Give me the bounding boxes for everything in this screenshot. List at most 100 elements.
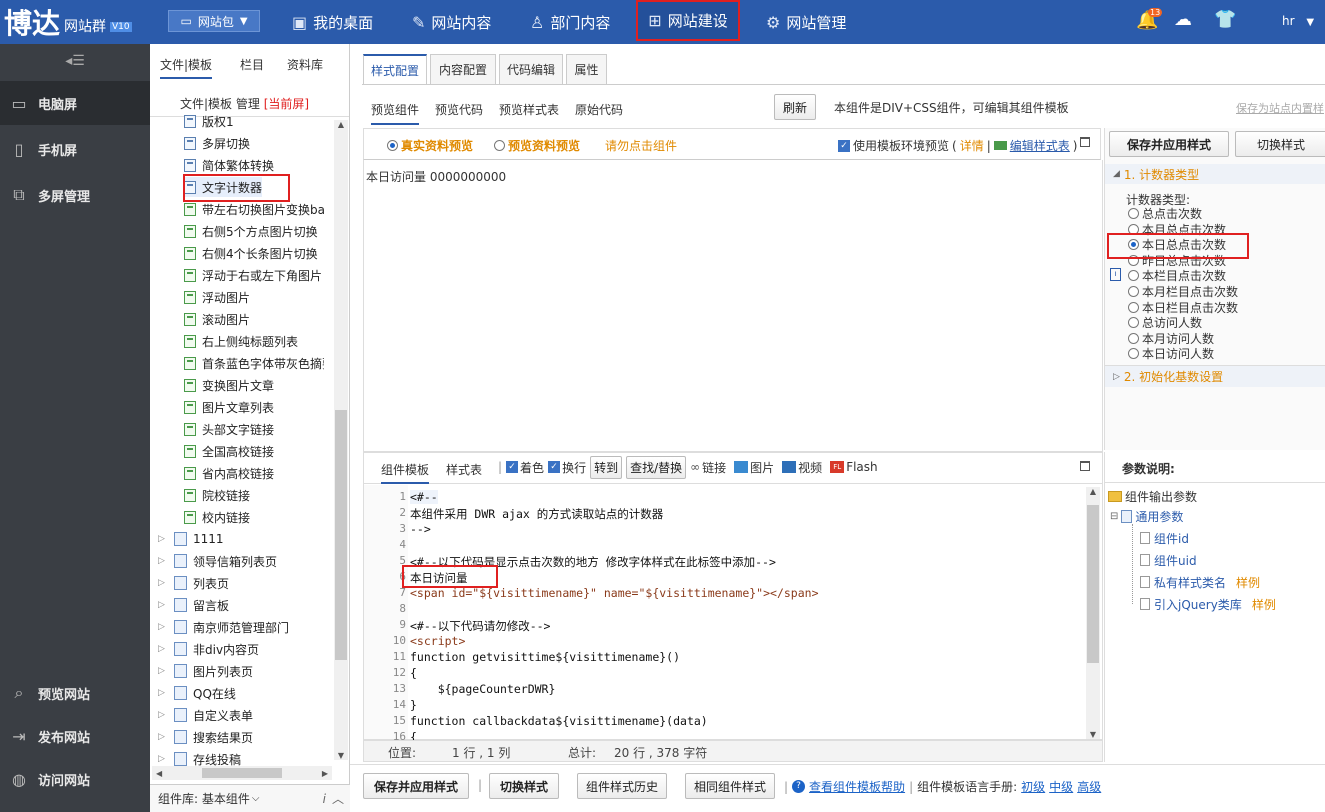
tab-style-config[interactable]: 样式配置 xyxy=(363,54,427,84)
counter-option[interactable]: 总点击次数 xyxy=(1128,205,1202,222)
expand-triangle-icon[interactable]: ▷ xyxy=(158,600,168,610)
code-editor[interactable] xyxy=(363,484,1103,740)
tree-item[interactable]: 简体繁体转换 xyxy=(184,155,274,175)
tree-item[interactable]: 多屏切换 xyxy=(184,133,250,153)
nav-site-build[interactable]: ⊞ 网站建设 xyxy=(636,0,740,41)
counter-option[interactable]: 本栏目点击次数 xyxy=(1128,267,1226,284)
counter-option[interactable]: 总访问人数 xyxy=(1128,314,1202,331)
image-button[interactable]: 图片 xyxy=(734,459,774,476)
nav-site-content[interactable]: ✎ 网站内容 xyxy=(412,0,491,44)
sample-data-preview-radio[interactable]: 预览资料预览 xyxy=(494,137,580,154)
scroll-up-icon[interactable]: ▲ xyxy=(1086,487,1100,496)
expand-triangle-icon[interactable]: ▷ xyxy=(158,754,168,764)
tab-stylesheet[interactable]: 样式表 xyxy=(446,461,482,478)
goto-button[interactable]: 转到 xyxy=(590,455,623,479)
tree-item[interactable]: 图片文章列表 xyxy=(184,397,274,417)
collapse-up-icon[interactable]: ︿ xyxy=(332,790,344,807)
folder-item[interactable]: ▷ 自定义表单 xyxy=(158,705,253,725)
tree-item[interactable]: 校内链接 xyxy=(184,507,250,527)
library-footer[interactable]: 组件库: 基本组件 ⌵ i ︿ xyxy=(150,784,350,812)
tree-item[interactable]: 变换图片文章 xyxy=(184,375,274,395)
wrap-checkbox[interactable]: ✓ 换行 xyxy=(548,459,586,476)
expand-triangle-icon[interactable]: ▷ xyxy=(158,688,168,698)
folder-item[interactable]: ▷ 领导信箱列表页 xyxy=(158,551,277,571)
scroll-right-icon[interactable]: ▶ xyxy=(322,769,328,778)
tab-component-template[interactable]: 组件模板 xyxy=(381,461,430,484)
param-item[interactable]: 引入jQuery类库 样例 xyxy=(1140,596,1276,613)
leftnav-visit[interactable]: ◍ 访问网站 xyxy=(0,757,150,801)
tab-attributes[interactable]: 属性 xyxy=(566,54,607,84)
subtab-preview-component[interactable]: 预览组件 xyxy=(371,101,420,125)
tree-item[interactable]: 头部文字链接 xyxy=(184,419,274,439)
folder-item[interactable]: ▷ 留言板 xyxy=(158,595,229,615)
library-select[interactable]: 组件库: 基本组件 xyxy=(158,790,250,807)
find-replace-button[interactable]: 查找/替换 xyxy=(626,455,687,479)
subtab-preview-stylesheet[interactable]: 预览样式表 xyxy=(499,101,559,118)
site-selector[interactable]: ▭ 网站包 ▼ xyxy=(168,10,260,32)
tab-library[interactable]: 资料库 xyxy=(287,56,323,73)
bottom-switch-style-button[interactable]: 切换样式 xyxy=(489,773,559,799)
shirt-icon[interactable]: 👕 xyxy=(1214,9,1236,30)
folder-item[interactable]: ▷ QQ在线 xyxy=(158,683,236,703)
folder-item[interactable]: ▷ 列表页 xyxy=(158,573,229,593)
folder-item[interactable]: ▷ 南京师范管理部门 xyxy=(158,617,289,637)
expand-triangle-icon[interactable]: ▷ xyxy=(158,710,168,720)
counter-option[interactable]: 本日访问人数 xyxy=(1128,345,1214,362)
user-menu[interactable]: hr ▼ xyxy=(1282,14,1314,28)
scroll-down-icon[interactable]: ▼ xyxy=(1086,730,1100,739)
tree-item[interactable]: 带左右切换图片变换bar xyxy=(184,199,324,219)
bottom-save-apply-button[interactable]: 保存并应用样式 xyxy=(363,773,469,799)
counter-option[interactable]: 本月访问人数 xyxy=(1128,330,1214,347)
section-counter-type[interactable]: ◢ 1. 计数器类型 xyxy=(1105,164,1325,184)
scroll-left-icon[interactable]: ◀ xyxy=(156,769,162,778)
param-item[interactable]: 组件id xyxy=(1140,530,1189,547)
params-root[interactable]: 组件输出参数 xyxy=(1108,488,1197,505)
param-example-link[interactable]: 样例 xyxy=(1252,598,1276,612)
hscroll-thumb[interactable] xyxy=(202,768,282,778)
expand-triangle-icon[interactable]: ▷ xyxy=(158,666,168,676)
color-checkbox[interactable]: ✓ 着色 xyxy=(506,459,544,476)
manual-basic-link[interactable]: 初级 xyxy=(1021,778,1045,795)
tree-item[interactable]: 右侧5个方点图片切换 xyxy=(184,221,318,241)
style-history-button[interactable]: 组件样式历史 xyxy=(577,773,667,799)
scroll-up-icon[interactable]: ▲ xyxy=(334,120,348,129)
folder-item[interactable]: ▷ 非div内容页 xyxy=(158,639,259,659)
leftnav-desktop[interactable]: ▭ 电脑屏 xyxy=(0,81,150,125)
nav-dept-content[interactable]: ♙ 部门内容 xyxy=(530,0,610,44)
notification-bell[interactable]: 🔔 13 xyxy=(1136,8,1163,31)
tree-item[interactable]: 首条蓝色字体带灰色摘要 xyxy=(184,353,324,373)
nav-site-manage[interactable]: ⚙ 网站管理 xyxy=(766,0,846,44)
manual-advanced-link[interactable]: 高级 xyxy=(1077,778,1101,795)
switch-style-button[interactable]: 切换样式 xyxy=(1235,131,1325,157)
folder-item[interactable]: ▷ 搜索结果页 xyxy=(158,727,253,747)
param-item[interactable]: 组件uid xyxy=(1140,552,1197,569)
cloud-icon[interactable]: ☁ xyxy=(1174,9,1192,30)
maximize-editor-icon[interactable] xyxy=(1080,461,1090,471)
maximize-preview-icon[interactable] xyxy=(1080,137,1090,147)
expand-triangle-icon[interactable]: ▷ xyxy=(158,622,168,632)
brand-logo[interactable]: 博达 网站群 V10 xyxy=(4,4,132,40)
same-component-style-button[interactable]: 相同组件样式 xyxy=(685,773,775,799)
expand-triangle-icon[interactable]: ▷ xyxy=(158,644,168,654)
expand-triangle-icon[interactable]: ▷ xyxy=(158,578,168,588)
detail-link[interactable]: 详情 xyxy=(960,137,984,154)
save-apply-style-button[interactable]: 保存并应用样式 xyxy=(1109,131,1229,157)
scroll-down-icon[interactable]: ▼ xyxy=(334,751,348,760)
leftnav-publish[interactable]: ⇥ 发布网站 xyxy=(0,714,150,758)
refresh-button[interactable]: 刷新 xyxy=(774,94,816,120)
doc-stats-icon[interactable]: ı xyxy=(1110,268,1121,281)
tree-item[interactable]: 版权1 xyxy=(184,111,234,131)
folder-item[interactable]: ▷ 图片列表页 xyxy=(158,661,253,681)
counter-option[interactable]: 本月栏目点击次数 xyxy=(1128,283,1238,300)
tab-file-template[interactable]: 文件|模板 xyxy=(160,56,213,79)
nav-desktop[interactable]: ▣ 我的桌面 xyxy=(292,0,373,44)
video-button[interactable]: 视频 xyxy=(782,459,822,476)
save-as-builtin-link[interactable]: 保存为站点内置样 xyxy=(1236,100,1324,116)
tree-item[interactable]: 全国高校链接 xyxy=(184,441,274,461)
tree-item[interactable]: 右侧4个长条图片切换 xyxy=(184,243,318,263)
link-button[interactable]: ∞ 链接 xyxy=(690,459,726,476)
tree-item[interactable]: 右上侧纯标题列表 xyxy=(184,331,298,351)
manual-intermediate-link[interactable]: 中级 xyxy=(1049,778,1073,795)
tab-code-edit[interactable]: 代码编辑 xyxy=(499,54,563,84)
leftnav-multiscreen[interactable]: ⧉ 多屏管理 xyxy=(0,173,150,217)
